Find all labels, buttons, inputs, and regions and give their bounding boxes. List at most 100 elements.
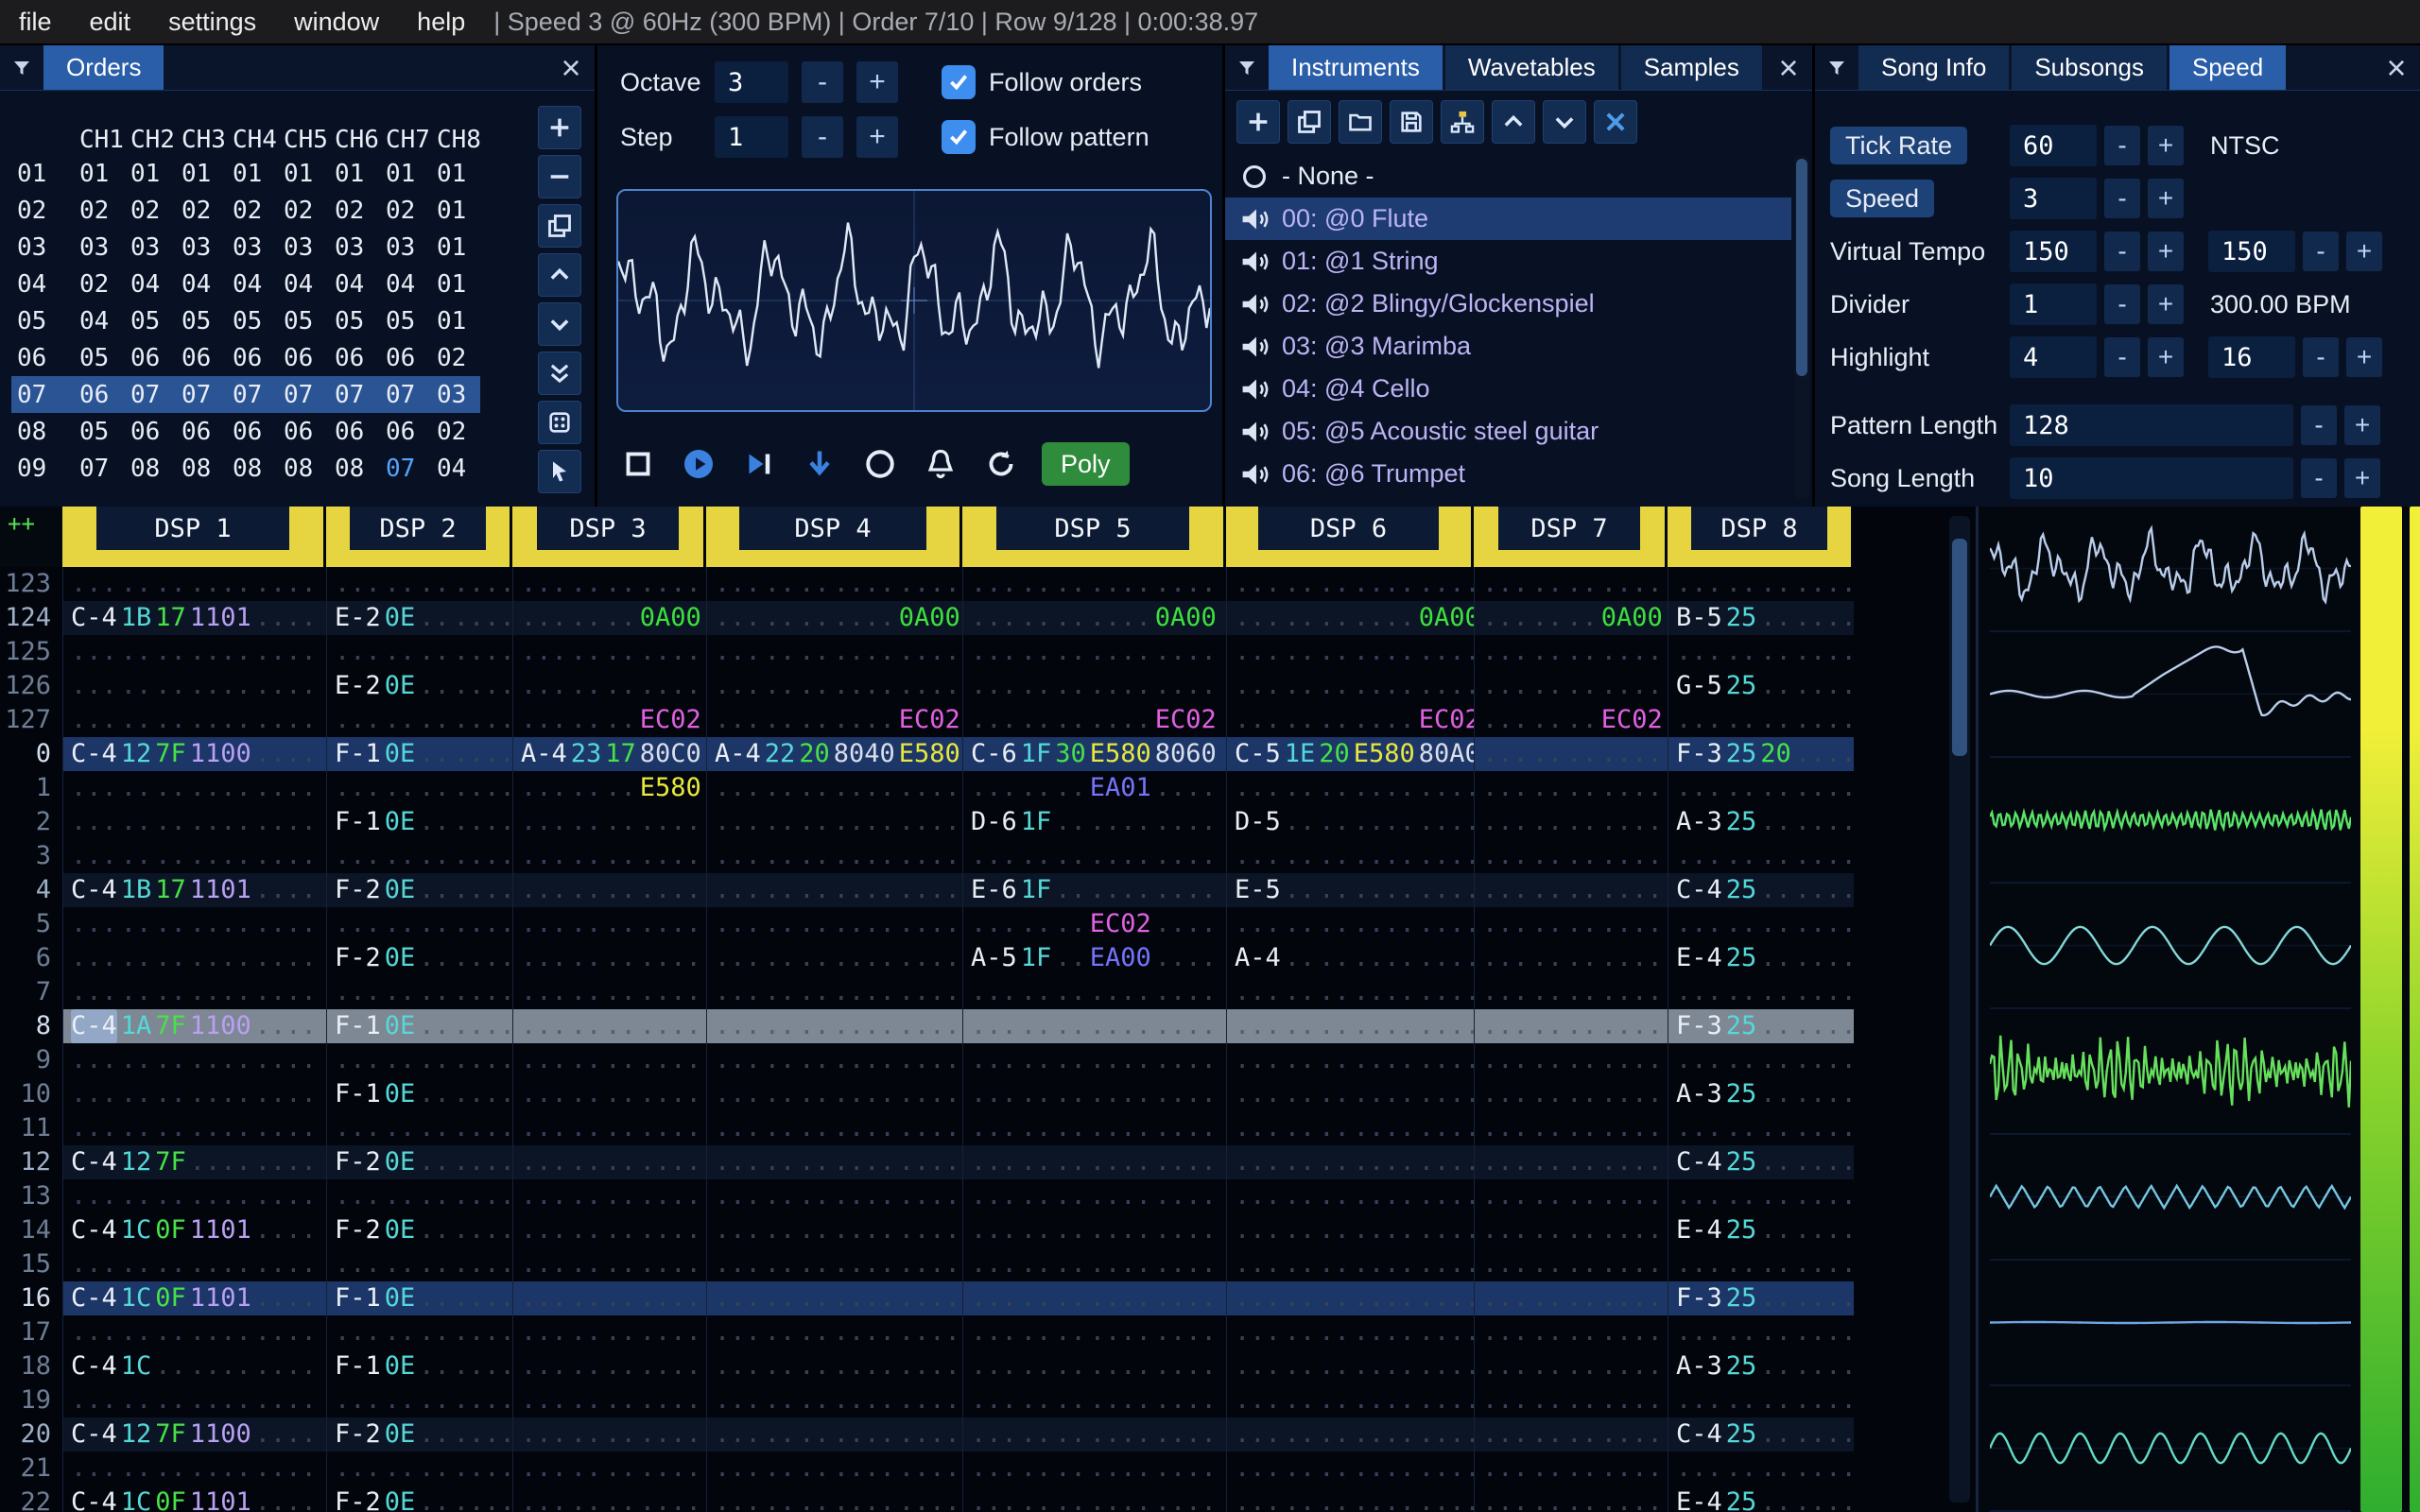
pattern-cell[interactable]: ............... [962,1077,1226,1111]
pattern-cell[interactable]: ........... [512,1349,706,1383]
pattern-cell[interactable]: ............... [962,1315,1226,1349]
pattern-cell[interactable]: ............... [706,567,962,601]
pattern-cell[interactable]: ........... [512,1009,706,1043]
pattern-cell[interactable]: ............... [962,1009,1226,1043]
pattern-cell[interactable]: ........... [1474,839,1668,873]
pattern-cell[interactable]: ........... [326,1315,512,1349]
pattern-cell[interactable]: ........... [1668,1043,1854,1077]
pattern-cell[interactable]: ............... [962,635,1226,669]
virtual-tempo-denominator-increase-button[interactable]: + [2346,232,2382,271]
pattern-cell[interactable]: ........... [1474,1315,1668,1349]
pattern-cell[interactable]: ............... [1226,1486,1474,1512]
order-cell[interactable]: 06 [123,344,174,372]
pattern-cell[interactable]: C-4 1B 17 1101.... [62,873,326,907]
pattern-cell[interactable]: ........... [512,1077,706,1111]
order-cell[interactable]: 01 [378,160,429,188]
order-cell[interactable]: 01 [429,160,480,188]
pattern-cell[interactable]: ........... [326,635,512,669]
octave-input[interactable]: 3 [715,61,788,103]
pattern-cell[interactable]: ........... [1474,1486,1668,1512]
pattern-cell[interactable]: ........... [1668,907,1854,941]
virtual-tempo-denominator-input[interactable]: 150 [2208,231,2295,272]
pattern-cell[interactable]: F-1 0E...... [326,1349,512,1383]
pattern-cell[interactable]: ............... [962,975,1226,1009]
order-cell[interactable]: 06 [378,344,429,372]
pattern-cell[interactable]: ........... [512,1043,706,1077]
panel-menu-icon[interactable] [1225,45,1269,90]
order-row[interactable]: 07 06 07 07 07 07 07 07 03 [11,376,480,413]
order-row[interactable]: 01 01 01 01 01 01 01 01 01 [11,155,480,192]
divider-input[interactable]: 1 [2010,284,2097,325]
instrument-item[interactable]: 05: @5 Acoustic steel guitar [1225,410,1791,453]
order-cell[interactable]: 05 [378,307,429,335]
pattern-cell[interactable]: ............... [62,907,326,941]
order-cell[interactable]: 06 [276,418,327,446]
panel-menu-icon[interactable] [0,45,43,90]
pattern-cell[interactable]: A-4 22 20 8040 E580 [706,737,962,771]
pattern-cell[interactable]: A-5 1F.. EA00.... [962,941,1226,975]
pattern-cell[interactable]: E-4 25...... [1668,1213,1854,1247]
pattern-cell[interactable]: F-1 0E...... [326,805,512,839]
pattern-cell[interactable]: ........... [512,941,706,975]
pattern-cell[interactable]: ........... [512,1247,706,1281]
pattern-cell[interactable]: ........... [512,873,706,907]
highlight-first-increase-button[interactable]: + [2148,337,2184,377]
pattern-cell[interactable]: ....... EC02 [512,703,706,737]
pattern-cell[interactable]: ........... [1474,737,1668,771]
pattern-cell[interactable]: ........... [326,1452,512,1486]
pattern-cell[interactable]: ............... [1226,1418,1474,1452]
order-cell[interactable]: 03 [225,233,276,262]
pattern-cell[interactable]: F-2 0E...... [326,1213,512,1247]
pattern-cell[interactable]: ............... [62,941,326,975]
pattern-cell[interactable]: ............... [62,1247,326,1281]
order-cell[interactable]: 02 [378,197,429,225]
pattern-cell[interactable]: ............... [706,873,962,907]
pattern-cell[interactable]: ........... [1668,1179,1854,1213]
pattern-cell[interactable]: ............... [962,1281,1226,1315]
pattern-cell[interactable]: ............... [706,669,962,703]
stop-button[interactable] [616,442,660,486]
pattern-cell[interactable]: ............... [62,567,326,601]
pattern-cell[interactable]: ........... [1474,1349,1668,1383]
remove-button[interactable] [538,155,581,198]
pattern-cell[interactable]: ........... [326,567,512,601]
panel-menu-icon[interactable] [1815,45,1858,90]
pattern-cell[interactable]: ........... [1474,1009,1668,1043]
pattern-cell[interactable]: ...........0A00 [706,601,962,635]
pattern-cell[interactable]: ........... [1668,1452,1854,1486]
order-cell[interactable]: 01 [429,270,480,299]
pattern-cell[interactable]: F-1 0E...... [326,737,512,771]
pattern-cell[interactable]: E-6 1F.......... [962,873,1226,907]
pattern-cell[interactable]: ............... [1226,1077,1474,1111]
order-cell[interactable]: 06 [225,418,276,446]
pattern-cell[interactable]: ............... [962,839,1226,873]
pattern-cell[interactable]: ...........0A00 [1226,601,1474,635]
tab-instruments[interactable]: Instruments [1269,45,1443,90]
order-cell[interactable]: 03 [429,381,480,409]
pattern-cell[interactable]: ........... [1474,567,1668,601]
pattern-cell[interactable]: ........... [1668,975,1854,1009]
pattern-cell[interactable]: ........... [512,1315,706,1349]
pattern-cell[interactable]: C-4 1A 7F 1100.... [62,1009,326,1043]
order-cell[interactable]: 08 [225,455,276,483]
pattern-cell[interactable]: C-4 12 7F 1100.... [62,737,326,771]
pattern-cell[interactable]: ........... [512,1418,706,1452]
pattern-cell[interactable]: D-6 1F.......... [962,805,1226,839]
channel-header[interactable]: DSP 3 [512,507,706,567]
pattern-cell[interactable]: ............... [62,1452,326,1486]
order-cell[interactable]: 02 [327,197,378,225]
order-cell[interactable]: 08 [327,455,378,483]
pattern-cell[interactable]: ...........EC02 [1226,703,1474,737]
pattern-cell[interactable]: C-4 12 7F........ [62,1145,326,1179]
pattern-cell[interactable]: ............... [1226,975,1474,1009]
pattern-cell[interactable]: ....... EC02 [1474,703,1668,737]
order-cell[interactable]: 03 [327,233,378,262]
song-length-increase-button[interactable]: + [2344,458,2380,498]
order-cell[interactable]: 05 [72,344,123,372]
order-cell[interactable]: 01 [429,307,480,335]
pattern-cell[interactable]: ............... [706,1281,962,1315]
pattern-cell[interactable]: ............... [706,1077,962,1111]
song-length-decrease-button[interactable]: - [2301,458,2337,498]
pattern-cell[interactable]: C-4 1B 17 1101.... [62,601,326,635]
menu-help[interactable]: help [398,8,484,37]
